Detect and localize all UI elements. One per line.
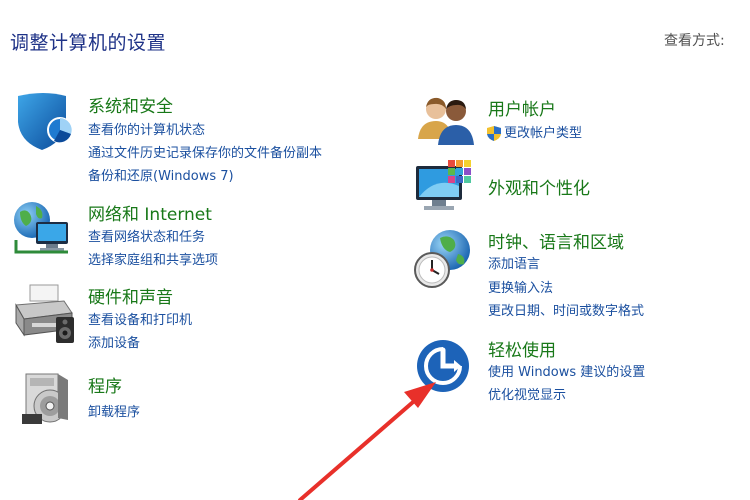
- link-devices-printers[interactable]: 查看设备和打印机: [88, 309, 192, 328]
- link-add-language[interactable]: 添加语言: [488, 253, 540, 272]
- link-homegroup-sharing[interactable]: 选择家庭组和共享选项: [88, 249, 218, 268]
- security-shield-icon[interactable]: [14, 92, 74, 154]
- category-network: 网络和 Internet 查看网络状态和任务 选择家庭组和共享选项: [12, 200, 372, 270]
- link-backup-restore[interactable]: 备份和还原(Windows 7): [88, 165, 234, 184]
- monitor-palette-icon[interactable]: [414, 160, 476, 218]
- category-title-programs[interactable]: 程序: [88, 372, 122, 397]
- category-title-system-security[interactable]: 系统和安全: [88, 92, 173, 117]
- link-windows-recommended-settings[interactable]: 使用 Windows 建议的设置: [488, 361, 645, 380]
- category-title-appearance[interactable]: 外观和个性化: [488, 174, 590, 199]
- clock-globe-icon[interactable]: [414, 228, 474, 290]
- link-uninstall-program[interactable]: 卸载程序: [88, 401, 140, 420]
- category-title-network[interactable]: 网络和 Internet: [88, 200, 212, 225]
- ease-of-access-icon[interactable]: [416, 336, 472, 394]
- category-title-clock-region[interactable]: 时钟、语言和区域: [488, 228, 624, 253]
- link-change-date-time-format[interactable]: 更改日期、时间或数字格式: [488, 300, 644, 319]
- category-title-user-accounts[interactable]: 用户帐户: [488, 95, 556, 120]
- category-appearance: 外观和个性化: [414, 160, 734, 220]
- users-icon[interactable]: [416, 95, 474, 147]
- link-view-network-status[interactable]: 查看网络状态和任务: [88, 226, 205, 245]
- printer-speaker-icon[interactable]: [12, 283, 76, 345]
- link-add-device[interactable]: 添加设备: [88, 332, 140, 351]
- link-change-input-method[interactable]: 更换输入法: [488, 277, 553, 296]
- uac-shield-icon: [487, 126, 501, 141]
- programs-disc-icon[interactable]: [22, 370, 72, 426]
- link-change-account-type[interactable]: 更改帐户类型: [486, 122, 582, 142]
- page-title: 调整计算机的设置: [10, 32, 167, 54]
- view-by-label[interactable]: 查看方式:: [664, 30, 725, 50]
- category-title-hardware[interactable]: 硬件和声音: [88, 283, 173, 308]
- network-globe-icon[interactable]: [12, 200, 74, 258]
- link-optimize-visual-display[interactable]: 优化视觉显示: [488, 384, 566, 403]
- link-view-computer-status[interactable]: 查看你的计算机状态: [88, 119, 205, 138]
- category-ease-of-access: 轻松使用 使用 Windows 建议的设置 优化视觉显示: [416, 336, 736, 406]
- category-hardware: 硬件和声音 查看设备和打印机 添加设备: [12, 283, 372, 353]
- category-clock-region: 时钟、语言和区域 添加语言 更换输入法 更改日期、时间或数字格式: [414, 228, 734, 323]
- category-system-security: 系统和安全 查看你的计算机状态 通过文件历史记录保存你的文件备份副本 备份和还原…: [14, 92, 374, 187]
- category-user-accounts: 用户帐户 更改帐户类型: [416, 95, 736, 155]
- category-programs: 程序 卸载程序: [22, 370, 382, 430]
- link-change-account-type-label: 更改帐户类型: [504, 126, 583, 141]
- category-title-ease-of-access[interactable]: 轻松使用: [488, 336, 556, 361]
- link-file-history-backup[interactable]: 通过文件历史记录保存你的文件备份副本: [88, 142, 322, 161]
